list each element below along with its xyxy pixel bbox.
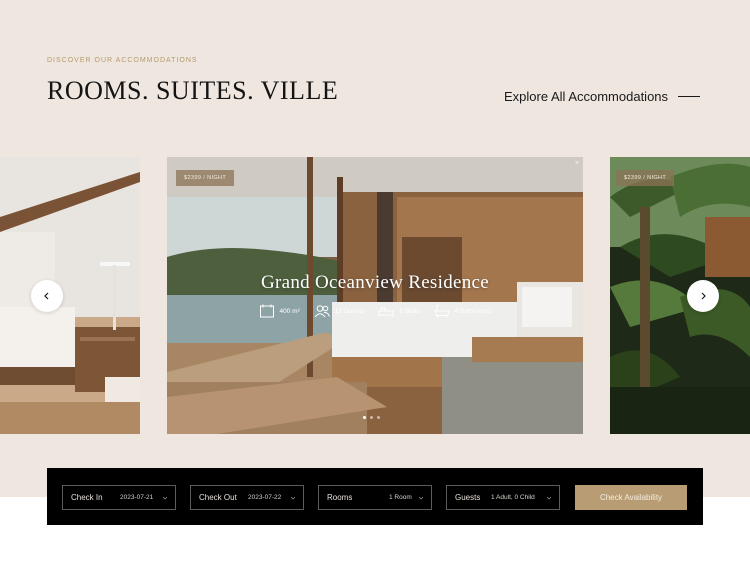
feature-beds: 6 Beds bbox=[378, 304, 420, 318]
chevron-down-icon bbox=[162, 496, 168, 500]
chevron-down-icon bbox=[290, 496, 296, 500]
chevron-left-icon bbox=[44, 292, 49, 300]
guests-icon bbox=[314, 305, 330, 318]
room-card-featured[interactable]: $2399 / NIGHT × Grand Oceanview Residenc… bbox=[167, 157, 583, 434]
arrow-line-icon bbox=[678, 96, 701, 97]
feature-area-label: 400 m² bbox=[279, 307, 300, 315]
feature-guests-label: 12 Guests bbox=[334, 307, 365, 315]
room-card-next[interactable]: $2399 / NIGHT bbox=[610, 157, 750, 434]
check-out-label: Check Out bbox=[199, 493, 237, 502]
room-photo-next bbox=[610, 157, 750, 434]
slide-dot[interactable] bbox=[363, 416, 366, 419]
feature-baths: 4 Bathrooms bbox=[433, 304, 492, 318]
price-badge: $2399 / NIGHT bbox=[176, 170, 235, 186]
bath-icon bbox=[433, 304, 450, 318]
feature-baths-label: 4 Bathrooms bbox=[454, 307, 492, 315]
check-in-label: Check In bbox=[71, 493, 103, 502]
chevron-down-icon bbox=[546, 496, 552, 500]
rooms-field[interactable]: Rooms 1 Room bbox=[318, 485, 432, 510]
rooms-value: 1 Room bbox=[389, 494, 412, 501]
room-features: 400 m² 12 Guests 6 Beds 4 Bathrooms bbox=[167, 304, 583, 318]
section-eyebrow: DISCOVER OUR ACCOMMODATIONS bbox=[47, 57, 198, 64]
price-badge-next: $2399 / NIGHT bbox=[616, 170, 675, 186]
chevron-right-icon bbox=[701, 292, 706, 300]
slide-dot[interactable] bbox=[377, 416, 380, 419]
carousel-prev-button[interactable] bbox=[31, 280, 63, 312]
feature-guests: 12 Guests bbox=[314, 304, 365, 318]
check-in-value: 2023-07-21 bbox=[120, 494, 154, 501]
feature-area: 400 m² bbox=[259, 304, 300, 318]
area-icon bbox=[259, 304, 274, 318]
carousel-next-button[interactable] bbox=[687, 280, 719, 312]
booking-bar: Check In 2023-07-21 Check Out 2023-07-22… bbox=[47, 468, 703, 525]
guests-field[interactable]: Guests 1 Adult, 0 Child bbox=[446, 485, 560, 510]
explore-all-link[interactable]: Explore All Accommodations bbox=[504, 89, 701, 104]
room-name: Grand Oceanview Residence bbox=[260, 272, 489, 293]
explore-all-label: Explore All Accommodations bbox=[504, 89, 669, 104]
section-title: ROOMS. SUITES. VILLE bbox=[47, 76, 339, 105]
bed-icon bbox=[378, 307, 394, 317]
guests-value: 1 Adult, 0 Child bbox=[491, 494, 535, 501]
check-in-field[interactable]: Check In 2023-07-21 bbox=[62, 485, 176, 510]
slide-dot[interactable] bbox=[370, 416, 373, 419]
room-photo-previous bbox=[0, 157, 140, 434]
check-availability-button[interactable]: Check Availability bbox=[575, 485, 687, 510]
feature-beds-label: 6 Beds bbox=[399, 307, 420, 315]
chevron-down-icon bbox=[418, 496, 424, 500]
corner-mark-icon: × bbox=[574, 160, 579, 167]
slide-indicator bbox=[363, 416, 380, 419]
rooms-label: Rooms bbox=[327, 493, 353, 502]
room-photo-featured bbox=[167, 157, 583, 434]
room-card-previous[interactable] bbox=[0, 157, 140, 434]
guests-label: Guests bbox=[455, 493, 481, 502]
check-out-field[interactable]: Check Out 2023-07-22 bbox=[190, 485, 304, 510]
check-out-value: 2023-07-22 bbox=[248, 494, 282, 501]
